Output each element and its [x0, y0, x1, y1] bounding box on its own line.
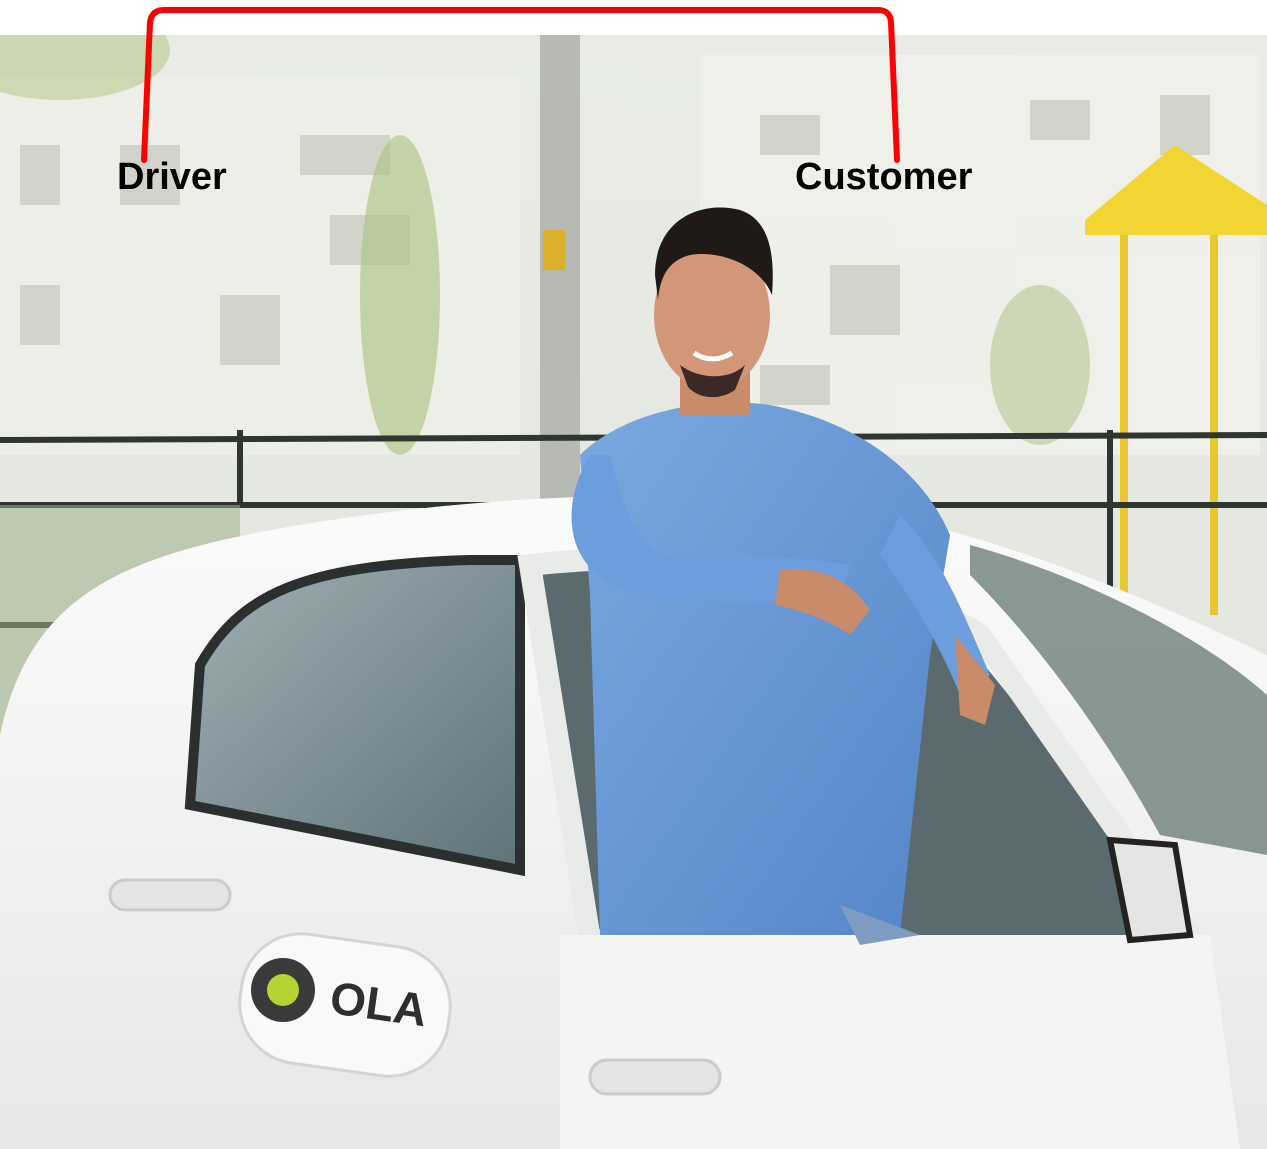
taxi-photo: OLA [0, 35, 1267, 1149]
ola-logo-dot [267, 974, 299, 1006]
driver-label: Driver [117, 156, 227, 198]
photo-illustration: OLA [0, 35, 1267, 1149]
customer-label: Customer [795, 156, 973, 198]
rear-door-handle [108, 878, 232, 912]
front-door-handle [588, 1058, 722, 1096]
